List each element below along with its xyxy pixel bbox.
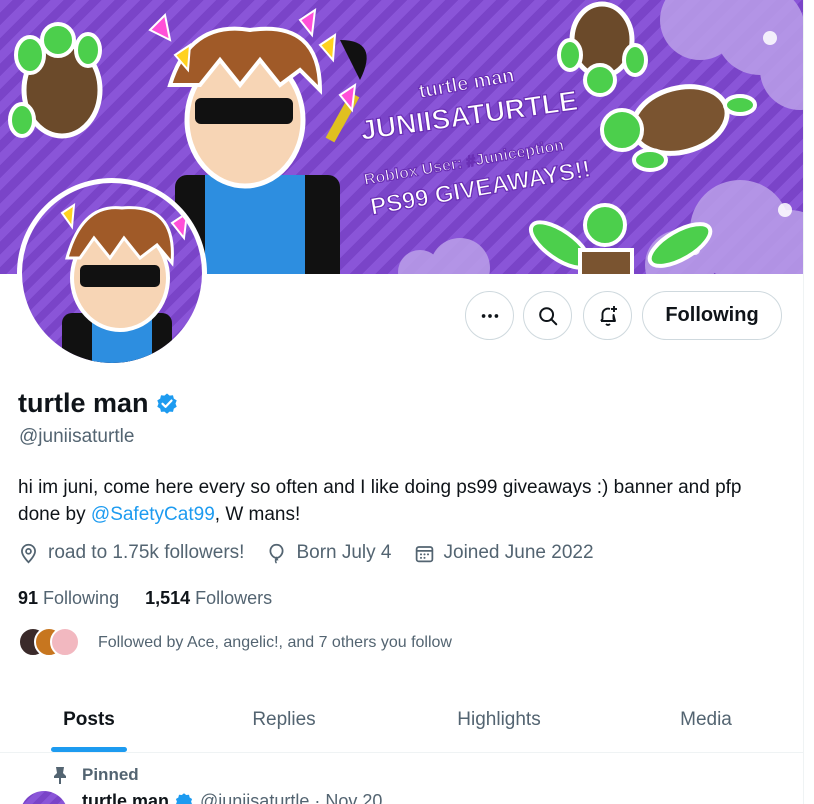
post-handle-date: @juniisaturtle · Nov 20 (200, 791, 383, 804)
followed-by-row[interactable]: Followed by Ace, angelic!, and 7 others … (18, 627, 452, 659)
profile-bio: hi im juni, come here every so often and… (18, 474, 778, 528)
profile-page: turtle man JUNIISATURTLE Roblox User: #J… (0, 0, 804, 804)
calendar-icon (415, 545, 433, 562)
display-name: turtle man (18, 388, 179, 419)
joined-text: Joined June 2022 (443, 542, 594, 563)
profile-avatar[interactable] (17, 178, 207, 368)
post-header: turtle man @juniisaturtle · Nov 20 (82, 791, 382, 804)
follow-counts: 91 Following 1,514 Followers (18, 588, 298, 609)
post-author[interactable]: turtle man (82, 791, 169, 804)
tab-label: Replies (252, 709, 316, 730)
tab-highlights[interactable]: Highlights (390, 688, 608, 752)
pinned-label: Pinned (82, 765, 139, 784)
bell-plus-icon (599, 305, 617, 326)
mutual-avatars (18, 627, 84, 659)
location-item: road to 1.75k followers! (18, 542, 244, 564)
verified-badge-icon[interactable] (155, 392, 179, 416)
tab-media[interactable]: Media (608, 688, 803, 752)
tab-posts[interactable]: Posts (0, 688, 178, 752)
avatar[interactable] (20, 791, 68, 804)
birthday-item: Born July 4 (266, 542, 392, 564)
pinned-post[interactable]: turtle man @juniisaturtle · Nov 20 (20, 791, 803, 804)
followed-by-text: Followed by Ace, angelic!, and 7 others … (98, 634, 452, 651)
profile-tabs: Posts Replies Highlights Media (0, 688, 803, 753)
profile-meta: road to 1.75k followers! Born July 4 Joi… (18, 542, 616, 564)
following-count: 91 (18, 588, 39, 608)
following-label: Following (43, 588, 120, 608)
following-button[interactable]: Following (642, 291, 782, 340)
pinned-indicator: Pinned (52, 765, 139, 785)
turtle-left (8, 22, 103, 139)
tab-label: Posts (63, 709, 115, 730)
search-button[interactable] (523, 291, 572, 340)
avatar-image (22, 183, 202, 363)
pin-icon (54, 767, 66, 784)
avatar (50, 627, 80, 657)
location-text: road to 1.75k followers! (48, 542, 245, 563)
followers-label: Followers (195, 588, 273, 608)
location-pin-icon (21, 543, 36, 563)
balloon-icon (269, 543, 284, 564)
followers-count: 1,514 (145, 588, 191, 608)
bio-mention-link[interactable]: @SafetyCat99 (91, 504, 215, 525)
search-icon (538, 306, 557, 325)
display-name-text: turtle man (18, 388, 149, 418)
birthday-text: Born July 4 (296, 542, 392, 563)
followers-count-link[interactable]: 1,514 Followers (145, 588, 272, 609)
more-button[interactable] (465, 291, 514, 340)
tab-replies[interactable]: Replies (178, 688, 390, 752)
notifications-button[interactable] (583, 291, 632, 340)
tab-label: Highlights (457, 709, 541, 730)
verified-badge-icon (175, 792, 193, 804)
more-icon (481, 313, 498, 318)
joined-item: Joined June 2022 (414, 542, 594, 564)
following-count-link[interactable]: 91 Following (18, 588, 119, 609)
profile-handle: @juniisaturtle (19, 426, 135, 447)
tab-label: Media (680, 709, 732, 730)
active-tab-indicator (51, 747, 127, 752)
bio-text-end: , W mans! (214, 504, 301, 525)
